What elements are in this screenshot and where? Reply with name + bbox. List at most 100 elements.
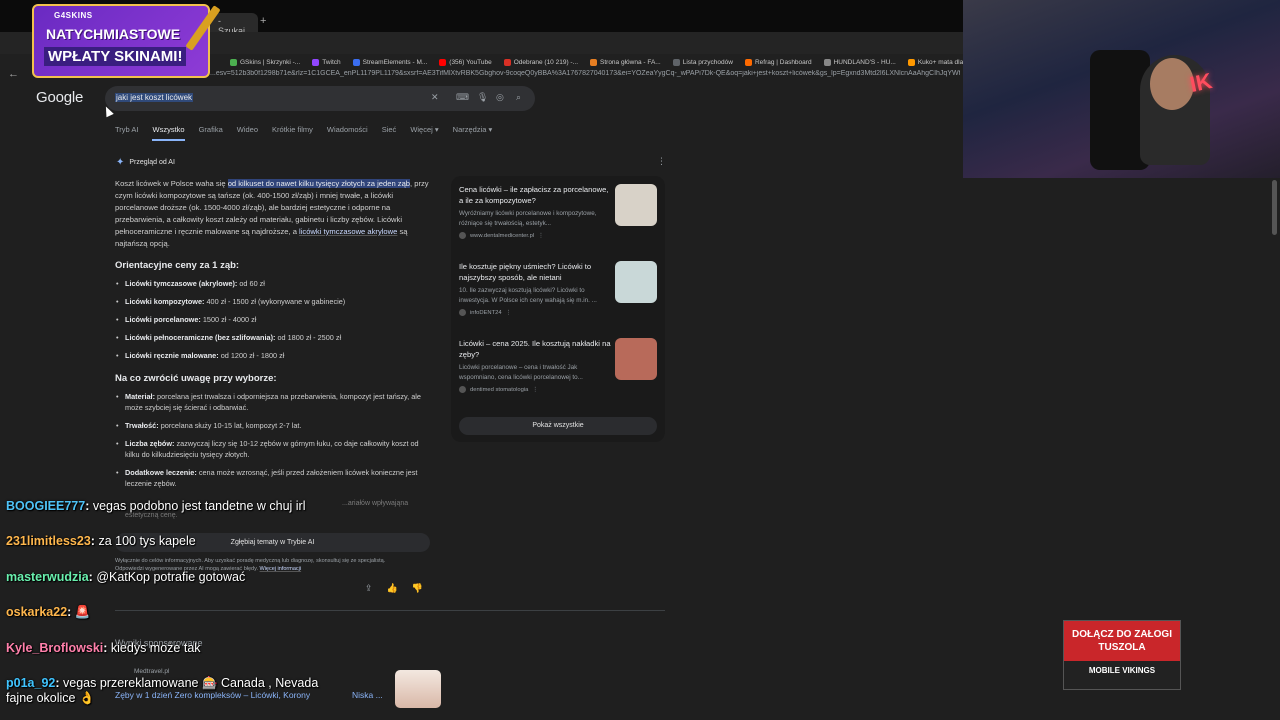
thumbs-down-icon[interactable]: 👎 <box>412 583 423 594</box>
chat-username[interactable]: oskarka22 <box>6 605 67 619</box>
ai-overview-intro: Koszt licówek w Polsce waha się od kilku… <box>115 178 433 250</box>
bookmark-item[interactable]: StreamElements - M... <box>352 58 427 66</box>
filter-tab[interactable]: Wideo <box>237 125 258 141</box>
source-thumbnail[interactable] <box>615 261 657 303</box>
chat-text: @KatKop potrafie gotować <box>96 570 246 584</box>
bookmark-item[interactable]: HUNDLAND'S - HU... <box>823 58 896 66</box>
list-item-label: Licówki tymczasowe (akrylowe): <box>125 279 238 288</box>
sparkle-icon: ✦ <box>116 157 125 168</box>
bookmark-favicon-icon <box>590 58 598 66</box>
lens-icon[interactable]: ◎ <box>496 92 504 103</box>
show-all-button[interactable]: Pokaż wszystkie <box>459 417 657 435</box>
more-icon[interactable]: ⋮ <box>506 310 512 316</box>
source-title[interactable]: Licówki – cena 2025. Ile kosztują nakład… <box>459 338 611 360</box>
keyboard-icon[interactable]: ⌨ <box>456 92 469 103</box>
bookmark-favicon-icon <box>230 58 237 66</box>
sponsor-ad[interactable]: DOŁĄCZ DO ZAŁOGI TUSZOLA MOBILE VIKINGS <box>1063 620 1181 690</box>
source-site[interactable]: dentimed stomatologia ⋮ <box>459 386 657 393</box>
more-icon[interactable]: ⋮ <box>532 387 538 393</box>
chat-username[interactable]: BOOGIEE777 <box>6 499 85 513</box>
sponsored-site[interactable]: Medtravel.pl <box>134 668 169 675</box>
filter-tab[interactable]: Więcej ▾ <box>410 125 438 141</box>
source-title[interactable]: Ile kosztuje piękny uśmiech? Licówki to … <box>459 261 611 283</box>
list-item: Dodatkowe leczenie: cena może wzrosnąć, … <box>115 467 435 489</box>
bookmark-item[interactable]: (356) YouTube <box>439 58 492 66</box>
thumbs-up-icon[interactable]: 👍 <box>387 583 398 594</box>
chat-username[interactable]: 231limitless23 <box>6 534 91 548</box>
bookmark-item[interactable]: Lista przychodów <box>672 58 733 66</box>
search-icon[interactable]: ⌕ <box>516 92 521 103</box>
promo-banner[interactable]: G4SKINS NATYCHMIASTOWE WPŁATY SKINAMI! <box>32 4 210 78</box>
disclaimer: Wyłącznie do celów informacyjnych. Aby u… <box>115 558 386 564</box>
search-filters: Tryb AI Wszystko Grafika Wideo Krótkie filmy… <box>115 125 492 141</box>
chat-username[interactable]: Kyle_Broflowski <box>6 641 103 655</box>
list-item: Licówki porcelanowe: 1500 zł - 4000 zł <box>115 314 435 325</box>
source-card[interactable]: Cena licówki – ile zapłacisz za porcelan… <box>459 184 657 239</box>
intro-link[interactable]: licówki tymczasowe akrylowe <box>299 227 397 236</box>
source-thumbnail[interactable] <box>615 338 657 380</box>
more-options-icon[interactable]: ⋮ <box>657 156 666 167</box>
bookmark-item[interactable]: Odebrane (10 219) -... <box>503 58 579 66</box>
filter-tab[interactable]: Wiadomości <box>327 125 368 141</box>
source-desc: 10. Ile zazwyczaj kosztują licówki? Licó… <box>459 287 597 304</box>
bookmark-label: Odebrane (10 219) -... <box>513 58 579 66</box>
chat-message: masterwudzia: @KatKop potrafie gotować <box>6 570 246 584</box>
filter-tab[interactable]: Tryb AI <box>115 125 138 141</box>
filter-tab[interactable]: Grafika <box>199 125 223 141</box>
sources-panel: Pokaż wszystkie Cena licówki – ile zapła… <box>451 176 665 442</box>
list-item: Materiał: porcelana jest trwalsza i odpo… <box>115 391 435 413</box>
bookmark-favicon-icon <box>744 58 752 66</box>
chat-message: oskarka22: 🚨 <box>6 605 91 619</box>
ai-overview-header: ✦ Przegląd od AI <box>116 157 175 168</box>
search-box[interactable]: jaki jest koszt licówek ✕ ⌨ 🎙 ◎ ⌕ <box>105 86 535 111</box>
site-favicon-icon <box>459 309 466 316</box>
tab-search[interactable]: - Szukaj <box>210 13 258 36</box>
source-site[interactable]: infoDENT24 ⋮ <box>459 309 657 316</box>
bookmark-item[interactable]: GSkins | Skrzynki -... <box>230 58 300 66</box>
clear-icon[interactable]: ✕ <box>431 92 439 103</box>
search-input[interactable]: jaki jest koszt licówek <box>115 93 194 102</box>
new-tab-button[interactable]: + <box>260 15 266 27</box>
list-item-label: Licówki porcelanowe: <box>125 315 201 324</box>
bookmark-item[interactable]: Strona główna - FA... <box>590 58 661 66</box>
list-item-label: Licówki kompozytowe: <box>125 297 205 306</box>
filter-tab[interactable]: Narzędzia ▾ <box>453 125 493 141</box>
url-field[interactable]: ...esv=512b3b0f1298b71e&rlz=1C1GCEA_enPL… <box>210 70 960 77</box>
source-desc: Wyróżniamy licówki porcelanowe i kompozy… <box>459 210 597 227</box>
chat-text: vegas przereklamowane 🎰 Canada , Nevada <box>63 676 319 690</box>
source-card[interactable]: Ile kosztuje piękny uśmiech? Licówki to … <box>459 261 657 316</box>
source-card[interactable]: Licówki – cena 2025. Ile kosztują nakład… <box>459 338 657 393</box>
list-item: Licówki ręcznie malowane: od 1200 zł - 1… <box>115 350 435 361</box>
faded-text: ...ariałów wpływająna <box>342 500 409 507</box>
scrollbar[interactable] <box>1272 180 1277 235</box>
list-item-label: Liczba zębów: <box>125 439 175 448</box>
filter-tab[interactable]: Sieć <box>382 125 397 141</box>
bookmark-item[interactable]: Twitch <box>312 58 341 66</box>
share-icon[interactable]: ⇪ <box>365 583 373 594</box>
list-item: Licówki pełnoceramiczne (bez szlifowania… <box>115 332 435 343</box>
filter-tab[interactable]: Krótkie filmy <box>272 125 313 141</box>
more-icon[interactable]: ⋮ <box>538 233 544 239</box>
source-title[interactable]: Cena licówki – ile zapłacisz za porcelan… <box>459 184 611 206</box>
bookmark-item[interactable]: Refrag | Dashboard <box>744 58 812 66</box>
sponsored-title[interactable]: Zęby w 1 dzień Zero kompleksów – Licówki… <box>115 690 310 700</box>
source-thumbnail[interactable] <box>615 184 657 226</box>
list-item: Licówki kompozytowe: 400 zł - 1500 zł (w… <box>115 296 435 307</box>
chat-username[interactable]: masterwudzia <box>6 570 89 584</box>
bookmark-label: (356) YouTube <box>449 58 492 66</box>
more-info-link[interactable]: Więcej informacji <box>260 566 302 572</box>
source-site[interactable]: www.dentalmedicenter.pl ⋮ <box>459 232 657 239</box>
mic-icon[interactable]: 🎙 <box>477 92 488 103</box>
divider <box>115 610 665 611</box>
sponsored-thumbnail[interactable] <box>395 670 441 708</box>
source-site-label: dentimed stomatologia <box>470 386 529 393</box>
promo-line-1: NATYCHMIASTOWE <box>46 26 181 42</box>
bookmark-favicon-icon <box>312 58 320 66</box>
list-item-label: Licówki ręcznie malowane: <box>125 351 219 360</box>
chat-username[interactable]: p01a_92 <box>6 676 55 690</box>
bookmark-label: HUNDLAND'S - HU... <box>833 58 896 66</box>
faded-text-2: estetyczną cenę. <box>125 512 178 519</box>
sponsored-title-tail[interactable]: Niska ... <box>352 690 383 700</box>
google-logo[interactable]: Google <box>36 89 83 106</box>
filter-tab[interactable]: Wszystko <box>152 125 185 141</box>
